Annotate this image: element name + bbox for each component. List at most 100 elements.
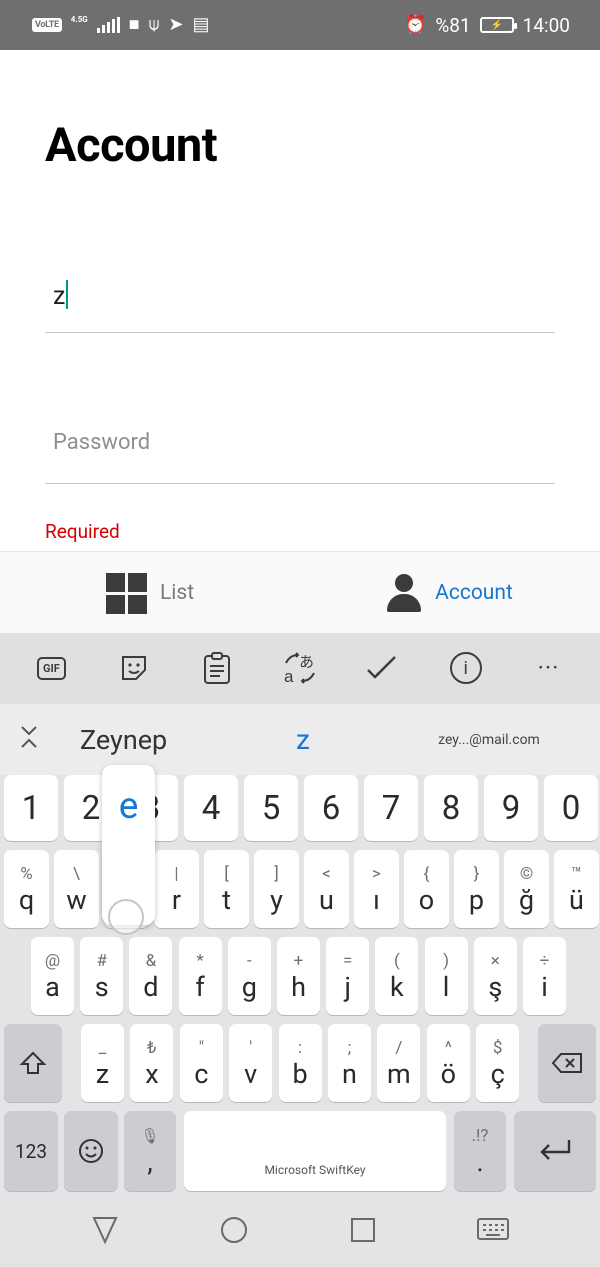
key-alt-label: @: [44, 951, 61, 971]
key-label: i: [541, 971, 548, 1003]
key-ç[interactable]: $ ç: [476, 1024, 520, 1102]
key-d[interactable]: & d: [129, 937, 173, 1015]
comma-key[interactable]: 🎙,: [124, 1111, 176, 1191]
recents-icon[interactable]: [349, 1216, 377, 1244]
key-label: m: [387, 1058, 411, 1090]
suggestion-3[interactable]: zey...@mail.com: [378, 732, 600, 748]
key-q[interactable]: % q: [4, 850, 49, 928]
battery-percent: %81: [435, 13, 471, 37]
numbers-key[interactable]: 123: [4, 1111, 58, 1191]
home-icon[interactable]: [219, 1215, 249, 1245]
key-r[interactable]: | r: [154, 850, 199, 928]
key-6[interactable]: 6: [304, 775, 358, 841]
tab-list[interactable]: List: [0, 552, 300, 633]
period-label: .: [476, 1146, 484, 1178]
key-5[interactable]: 5: [244, 775, 298, 841]
key-alt-label: ×: [490, 951, 500, 971]
key-label: x: [145, 1058, 159, 1090]
signal-icon: [96, 17, 120, 33]
key-s[interactable]: # s: [80, 937, 124, 1015]
key-ğ[interactable]: © ğ: [504, 850, 549, 928]
more-icon[interactable]: ···: [528, 648, 568, 688]
translate-icon[interactable]: aあ: [280, 648, 320, 688]
backspace-key[interactable]: [538, 1024, 596, 1102]
key-i[interactable]: ÷ i: [523, 937, 566, 1015]
key-k[interactable]: (k: [375, 937, 419, 1015]
key-w[interactable]: \ w: [54, 850, 99, 928]
key-n[interactable]: ; n: [328, 1024, 371, 1102]
key-0[interactable]: 0: [544, 775, 598, 841]
key-b[interactable]: :b: [278, 1024, 322, 1102]
key-c[interactable]: " c: [179, 1024, 223, 1102]
key-label: j: [344, 971, 351, 1003]
key-4[interactable]: 4: [184, 775, 238, 841]
info-icon[interactable]: i: [446, 648, 486, 688]
telegram-icon: ➤: [168, 14, 184, 35]
key-label: ç: [490, 1058, 505, 1090]
key-alt-label: #: [96, 951, 107, 971]
key-alt-label: |: [174, 864, 179, 884]
key-label: l: [442, 971, 450, 1003]
key-y[interactable]: ] y: [254, 850, 299, 928]
key-m[interactable]: / m: [377, 1024, 421, 1102]
gif-icon[interactable]: GIF: [31, 648, 71, 688]
key-1[interactable]: 1: [4, 775, 58, 841]
key-alt-label: [: [224, 864, 229, 884]
emoji-icon[interactable]: [64, 1111, 118, 1191]
key-alt-label: ^: [444, 1038, 452, 1058]
tasks-icon[interactable]: [363, 648, 403, 688]
shift-key[interactable]: [4, 1024, 62, 1102]
username-input[interactable]: z: [53, 280, 69, 311]
navigation-bar: [0, 1193, 600, 1267]
sticker-icon[interactable]: [114, 648, 154, 688]
key-label: g: [241, 971, 257, 1003]
key-z[interactable]: _ z: [81, 1024, 124, 1102]
collapse-icon[interactable]: [0, 724, 58, 755]
enter-icon[interactable]: [514, 1111, 596, 1191]
period-key[interactable]: .!?.: [454, 1111, 506, 1191]
key-j[interactable]: = j: [326, 937, 370, 1015]
key-u[interactable]: < u: [304, 850, 349, 928]
key-label: 5: [261, 788, 281, 828]
key-t[interactable]: [t: [204, 850, 249, 928]
back-icon[interactable]: [90, 1216, 120, 1244]
clock: 14:00: [522, 13, 570, 37]
key-o[interactable]: {o: [404, 850, 449, 928]
clipboard-icon[interactable]: [197, 648, 237, 688]
key-g[interactable]: -g: [227, 937, 271, 1015]
key-9[interactable]: 9: [484, 775, 538, 841]
password-field[interactable]: Password: [45, 420, 555, 484]
tab-list-label: List: [159, 580, 195, 605]
network-type-label: 4.5G: [70, 14, 88, 24]
key-ş[interactable]: × ş: [473, 937, 517, 1015]
username-field[interactable]: z: [45, 270, 555, 333]
key-label: 1: [21, 788, 41, 828]
suggestion-2[interactable]: z: [228, 723, 378, 756]
key-alt-label: ': [249, 1038, 253, 1058]
key-v[interactable]: ' v: [229, 1024, 273, 1102]
key-alt-label: ÷: [539, 951, 550, 971]
key-alt-label: +: [293, 951, 304, 971]
key-ı[interactable]: > ı: [354, 850, 399, 928]
key-x[interactable]: ₺ x: [130, 1024, 174, 1102]
key-ö[interactable]: ^ ö: [426, 1024, 470, 1102]
keyboard-icon[interactable]: [476, 1217, 510, 1243]
key-8[interactable]: 8: [424, 775, 478, 841]
key-7[interactable]: 7: [364, 775, 418, 841]
key-label: s: [94, 971, 109, 1003]
key-label: h: [291, 971, 306, 1003]
suggestion-1[interactable]: Zeynep: [58, 724, 228, 756]
key-alt-label: =: [343, 951, 353, 971]
key-h[interactable]: + h: [277, 937, 320, 1015]
key-alt-label: {: [423, 864, 430, 884]
key-label: q: [18, 884, 35, 916]
key-l[interactable]: ) l: [424, 937, 468, 1015]
space-bar[interactable]: Microsoft SwiftKey: [184, 1111, 446, 1191]
key-p[interactable]: } p: [454, 850, 499, 928]
tab-account[interactable]: Account: [300, 552, 600, 633]
key-a[interactable]: @ a: [31, 937, 74, 1015]
key-f[interactable]: * f: [178, 937, 222, 1015]
key-ü[interactable]: ™ ü: [554, 850, 599, 928]
key-alt-label: <: [322, 864, 331, 884]
key-label: a: [45, 971, 60, 1003]
